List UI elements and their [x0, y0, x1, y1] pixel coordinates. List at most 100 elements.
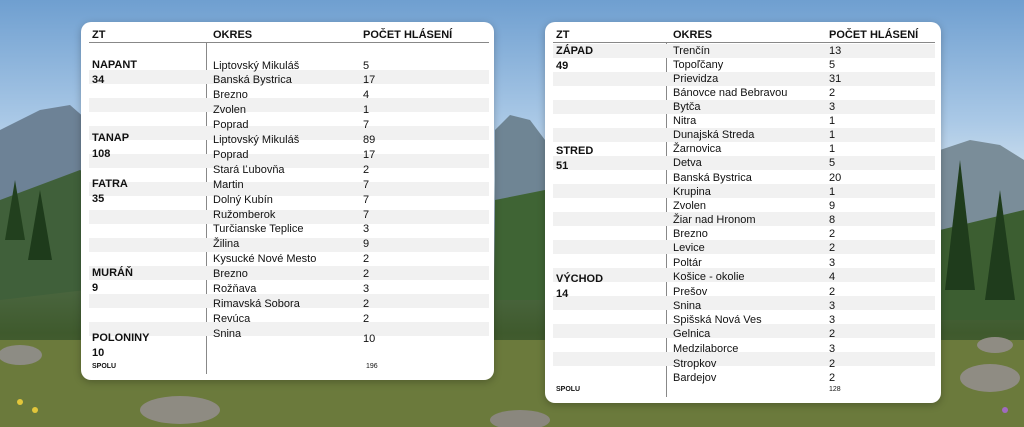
- pocet-cell: 3: [829, 101, 836, 113]
- header-zt: ZT: [556, 29, 570, 41]
- okres-cell: Liptovský Mikuláš: [213, 60, 300, 72]
- pocet-cell: 1: [829, 186, 836, 198]
- okres-cell: Turčianske Teplice: [213, 223, 304, 235]
- pocet-cell: 9: [829, 200, 836, 212]
- group-name: VÝCHOD: [556, 273, 604, 285]
- pocet-cell: 8: [829, 214, 836, 226]
- pocet-cell: 3: [363, 283, 370, 295]
- okres-cell: Žarnovica: [673, 143, 722, 155]
- group-count: 51: [556, 160, 569, 172]
- pocet-cell: 5: [363, 60, 370, 72]
- pocet-cell: 17: [363, 149, 376, 161]
- header-divider: [553, 42, 935, 43]
- group-count: 35: [92, 193, 105, 205]
- group-name: ZÁPAD: [556, 45, 594, 57]
- okres-cell: Poprad: [213, 119, 249, 131]
- okres-cell: Poltár: [673, 257, 702, 269]
- okres-cell: Rožňava: [213, 283, 257, 295]
- group-count: 34: [92, 74, 105, 86]
- pocet-cell: 2: [363, 313, 370, 325]
- pocet-cell: 3: [829, 343, 836, 355]
- okres-cell: Banská Bystrica: [673, 172, 752, 184]
- pocet-cell: 2: [363, 253, 370, 265]
- okres-cell: Rimavská Sobora: [213, 298, 300, 310]
- okres-cell: Žiar nad Hronom: [673, 214, 756, 226]
- group-count: 10: [92, 347, 105, 359]
- okres-cell: Revúca: [213, 313, 251, 325]
- pocet-cell: 2: [829, 328, 836, 340]
- pocet-cell: 2: [829, 286, 836, 298]
- okres-cell: Košice - okolie: [673, 271, 745, 283]
- okres-cell: Kysucké Nové Mesto: [213, 253, 317, 265]
- okres-cell: Detva: [673, 157, 702, 169]
- pocet-cell: 2: [829, 372, 836, 384]
- okres-cell: Liptovský Mikuláš: [213, 134, 300, 146]
- pocet-cell: 3: [363, 223, 370, 235]
- pocet-cell: 7: [363, 119, 370, 131]
- okres-cell: Nitra: [673, 115, 697, 127]
- pocet-cell: 31: [829, 73, 842, 85]
- okres-cell: Dolný Kubín: [213, 194, 273, 206]
- okres-cell: Brezno: [673, 228, 708, 240]
- pocet-cell: 7: [363, 179, 370, 191]
- total-value: 196: [366, 363, 378, 370]
- pocet-cell: 2: [829, 242, 836, 254]
- pocet-cell: 2: [363, 298, 370, 310]
- pocet-cell: 1: [829, 115, 836, 127]
- pocet-cell: 2: [829, 87, 836, 99]
- okres-cell: Bytča: [673, 101, 701, 113]
- group-count: 14: [556, 288, 569, 300]
- okres-cell: Ružomberok: [213, 209, 276, 221]
- okres-cell: Banská Bystrica: [213, 74, 292, 86]
- group-name: FATRA: [92, 178, 128, 190]
- pocet-cell: 7: [363, 194, 370, 206]
- okres-cell: Zvolen: [673, 200, 707, 212]
- okres-cell: Bardejov: [673, 372, 717, 384]
- pocet-cell: 1: [829, 129, 836, 141]
- okres-cell: Topoľčany: [673, 59, 724, 71]
- pocet-cell: 4: [363, 89, 370, 101]
- pocet-cell: 2: [363, 268, 370, 280]
- pocet-cell: 2: [829, 228, 836, 240]
- header-pocet: POČET HLÁSENÍ: [363, 29, 453, 41]
- okres-cell: Snina: [673, 300, 702, 312]
- okres-cell: Zvolen: [213, 104, 247, 116]
- okres-cell: Trenčín: [673, 45, 710, 57]
- okres-cell: Bánovce nad Bebravou: [673, 87, 788, 99]
- group-count: 108: [92, 148, 111, 160]
- okres-cell: Prešov: [673, 286, 708, 298]
- okres-cell: Stará Ľubovňa: [213, 164, 285, 176]
- pocet-cell: 1: [363, 104, 370, 116]
- pocet-cell: 17: [363, 74, 376, 86]
- okres-cell: Spišská Nová Ves: [673, 314, 762, 326]
- okres-cell: Poprad: [213, 149, 249, 161]
- table-card-national-parks: ZT OKRES POČET HLÁSENÍ NAPANT 34 TANAP 1…: [81, 22, 494, 380]
- header-okres: OKRES: [673, 29, 713, 41]
- okres-cell: Snina: [213, 328, 242, 340]
- pocet-cell: 10: [363, 333, 376, 345]
- total-label: SPOLU: [92, 363, 117, 370]
- okres-cell: Martin: [213, 179, 244, 191]
- group-name: STRED: [556, 145, 594, 157]
- okres-cell: Žilina: [213, 238, 240, 250]
- table-card-regions: ZT OKRES POČET HLÁSENÍ ZÁPAD 49 STRED 51…: [545, 22, 941, 403]
- okres-cell: Krupina: [673, 186, 711, 198]
- pocet-cell: 1: [829, 143, 836, 155]
- pocet-cell: 5: [829, 157, 836, 169]
- pocet-cell: 2: [363, 164, 370, 176]
- okres-cell: Brezno: [213, 89, 248, 101]
- okres-cell: Gelnica: [673, 328, 711, 340]
- pocet-cell: 9: [363, 238, 370, 250]
- group-count: 49: [556, 60, 569, 72]
- total-label: SPOLU: [556, 386, 581, 393]
- okres-cell: Brezno: [213, 268, 248, 280]
- header-okres: OKRES: [213, 29, 253, 41]
- pocet-cell: 3: [829, 257, 836, 269]
- group-name: POLONINY: [92, 332, 150, 344]
- total-value: 128: [829, 386, 841, 393]
- pocet-cell: 20: [829, 172, 842, 184]
- group-count: 9: [92, 282, 99, 294]
- okres-cell: Stropkov: [673, 358, 717, 370]
- pocet-cell: 3: [829, 300, 836, 312]
- okres-cell: Levice: [673, 242, 705, 254]
